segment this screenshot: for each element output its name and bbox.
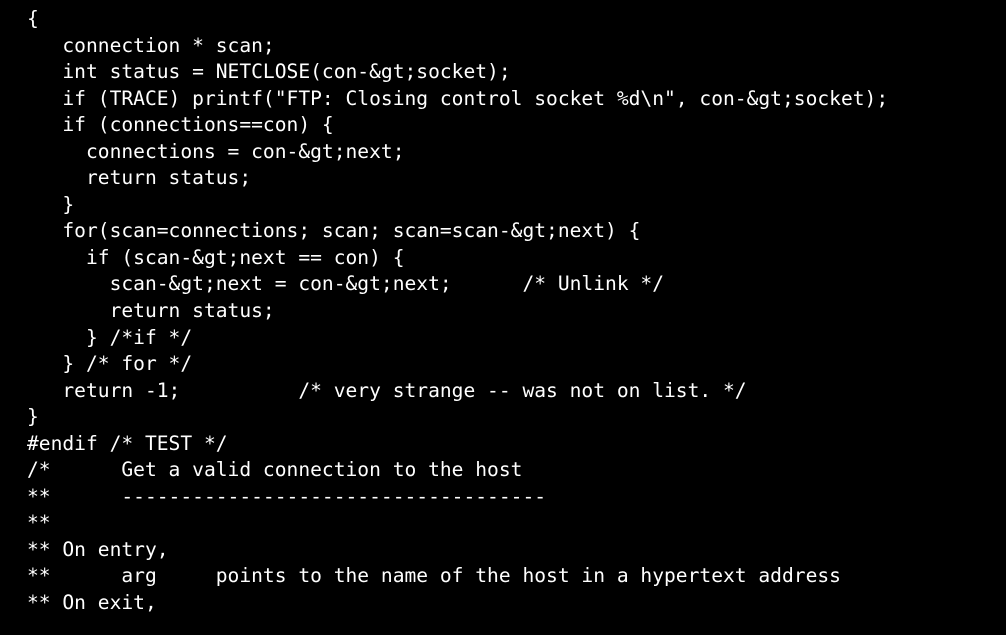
code-line: connections = con-&gt;next; — [27, 139, 405, 163]
code-line: if (connections==con) { — [27, 113, 334, 137]
source-code-block: { connection * scan; int status = NETCLO… — [0, 6, 1006, 617]
code-line: ** — [27, 511, 51, 535]
code-line: } — [27, 192, 75, 216]
code-line: int status = NETCLOSE(con-&gt;socket); — [27, 60, 511, 84]
code-line: /* Get a valid connection to the host — [27, 458, 523, 482]
code-line: } — [27, 405, 39, 429]
code-line: ** On entry, — [27, 537, 169, 561]
code-line: ** ------------------------------------ — [27, 484, 547, 508]
code-line: return -1; /* very strange -- was not on… — [27, 378, 747, 402]
code-line: return status; — [27, 166, 252, 190]
code-line: { — [27, 7, 39, 30]
code-line: if (TRACE) printf("FTP: Closing control … — [27, 86, 889, 110]
code-line: #endif /* TEST */ — [27, 431, 228, 455]
code-line: for(scan=connections; scan; scan=scan-&g… — [27, 219, 641, 243]
code-line: connection * scan; — [27, 33, 275, 57]
code-line: scan-&gt;next = con-&gt;next; /* Unlink … — [27, 272, 665, 296]
code-viewer: { connection * scan; int status = NETCLO… — [0, 0, 1006, 635]
code-line: } /*if */ — [27, 325, 193, 349]
code-line: } /* for */ — [27, 352, 193, 376]
code-line: if (scan-&gt;next == con) { — [27, 245, 405, 269]
code-line: return status; — [27, 299, 275, 323]
code-line: ** arg points to the name of the host in… — [27, 564, 841, 588]
code-line: ** On exit, — [27, 591, 157, 615]
